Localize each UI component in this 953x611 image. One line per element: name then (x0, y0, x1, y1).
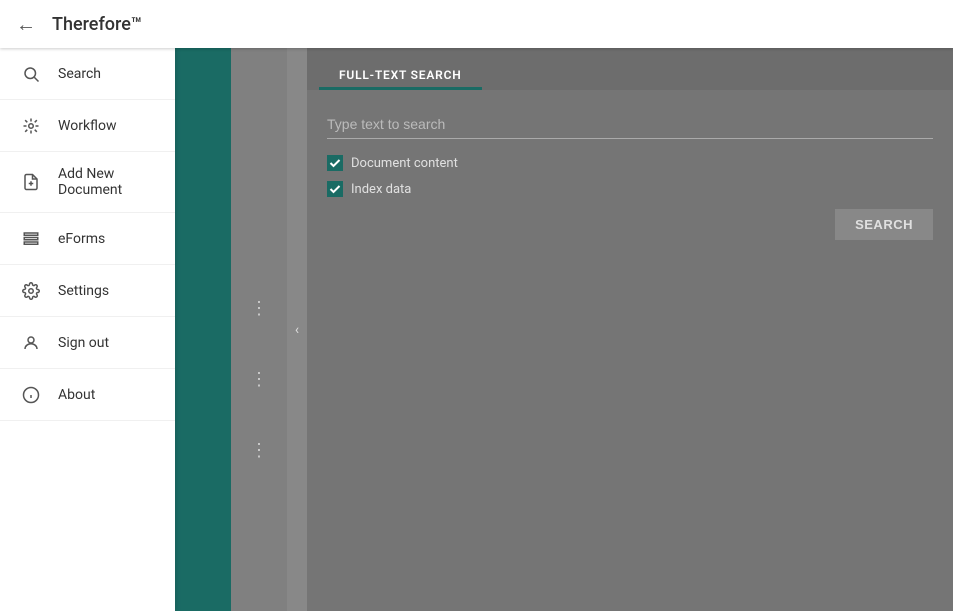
middle-panel: ⋮ ⋮ ⋮ (231, 48, 287, 611)
tab-bar: FULL-TEXT SEARCH (307, 48, 953, 90)
search-content: Document content Index data SEARCH (307, 90, 953, 260)
dots-button-2[interactable]: ⋮ (250, 369, 268, 390)
sidebar-item-workflow[interactable]: Workflow (0, 100, 175, 152)
search-icon (20, 65, 42, 83)
sidebar-item-sign-out[interactable]: Sign out (0, 317, 175, 369)
index-data-checkbox[interactable] (327, 181, 343, 197)
add-document-icon (20, 173, 42, 191)
document-content-label: Document content (351, 156, 458, 171)
search-input-row (327, 110, 933, 139)
collapse-icon: ‹ (295, 322, 299, 338)
workflow-icon (20, 117, 42, 135)
main-area: Search Workflow Add New Docu (0, 48, 953, 611)
sign-out-icon (20, 334, 42, 352)
app-title: Therefore™ (52, 14, 142, 35)
content-column: FULL-TEXT SEARCH Document content (307, 48, 953, 611)
document-content-checkbox-row: Document content (327, 155, 933, 171)
search-button-row: SEARCH (327, 209, 933, 240)
tab-full-text-search[interactable]: FULL-TEXT SEARCH (319, 60, 482, 90)
sidebar-workflow-label: Workflow (58, 118, 117, 134)
settings-icon (20, 282, 42, 300)
sidebar-item-search[interactable]: Search (0, 48, 175, 100)
collapse-button[interactable]: ‹ (287, 48, 307, 611)
document-content-checkbox[interactable] (327, 155, 343, 171)
index-data-label: Index data (351, 182, 411, 197)
sidebar-settings-label: Settings (58, 283, 109, 299)
panels-row: ⋮ ⋮ ⋮ ‹ FULL-TEXT SEARCH (175, 48, 953, 611)
sidebar-item-add-new-document[interactable]: Add New Document (0, 152, 175, 213)
sidebar-item-settings[interactable]: Settings (0, 265, 175, 317)
sidebar: Search Workflow Add New Docu (0, 48, 175, 611)
teal-column (175, 48, 231, 611)
sidebar-eforms-label: eForms (58, 231, 105, 247)
sidebar-item-eforms[interactable]: eForms (0, 213, 175, 265)
dots-button-1[interactable]: ⋮ (250, 298, 268, 319)
sidebar-item-about[interactable]: About (0, 369, 175, 421)
sidebar-add-document-label: Add New Document (58, 166, 155, 198)
sidebar-about-label: About (58, 387, 95, 403)
dots-button-3[interactable]: ⋮ (250, 440, 268, 461)
search-input[interactable] (327, 110, 933, 138)
eforms-icon (20, 230, 42, 248)
sidebar-sign-out-label: Sign out (58, 335, 109, 351)
about-icon (20, 386, 42, 404)
top-bar: ← Therefore™ (0, 0, 953, 48)
back-button[interactable]: ← (16, 12, 36, 37)
search-button[interactable]: SEARCH (835, 209, 933, 240)
sidebar-search-label: Search (58, 66, 101, 82)
index-data-checkbox-row: Index data (327, 181, 933, 197)
